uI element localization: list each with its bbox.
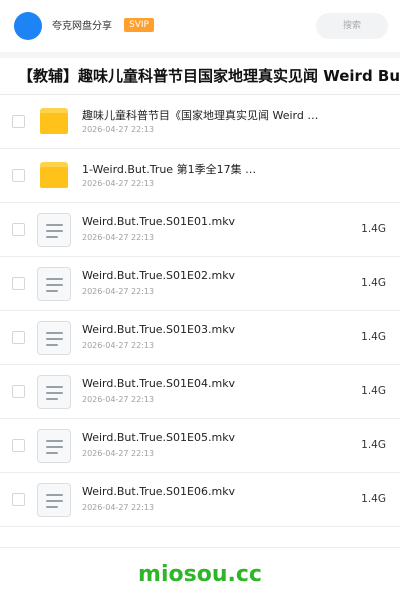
- list-item-file[interactable]: Weird.But.True.S01E04.mkv 2026-04-27 22:…: [0, 365, 400, 419]
- header: 夸克网盘分享 SVIP 搜索: [0, 0, 400, 52]
- video-file-icon: [37, 267, 71, 301]
- divider: [0, 547, 400, 548]
- file-size: 1.4G: [361, 223, 386, 235]
- checkbox[interactable]: [12, 277, 25, 290]
- folder-icon: [40, 162, 68, 188]
- checkbox[interactable]: [12, 385, 25, 398]
- list-item-folder[interactable]: 1-Weird.But.True 第1季全17集 … 2026-04-27 22…: [0, 149, 400, 203]
- file-size: 1.4G: [361, 439, 386, 451]
- divider: [0, 52, 400, 58]
- file-name: 1-Weird.But.True 第1季全17集 …: [82, 163, 257, 176]
- checkbox[interactable]: [12, 493, 25, 506]
- file-name: Weird.But.True.S01E05.mkv: [82, 431, 236, 444]
- checkbox[interactable]: [12, 331, 25, 344]
- list-item-file[interactable]: Weird.But.True.S01E05.mkv 2026-04-27 22:…: [0, 419, 400, 473]
- checkbox[interactable]: [12, 115, 25, 128]
- file-name: Weird.But.True.S01E01.mkv: [82, 215, 236, 228]
- folder-icon: [40, 108, 68, 134]
- file-date: 2026-04-27 22:13: [82, 233, 155, 242]
- video-file-icon: [37, 213, 71, 247]
- file-name: 趣味儿童科普节目《国家地理真实见闻 Weird …: [82, 109, 319, 122]
- list-item-folder[interactable]: 趣味儿童科普节目《国家地理真实见闻 Weird … 2026-04-27 22:…: [0, 95, 400, 149]
- avatar[interactable]: [14, 12, 42, 40]
- svip-badge: SVIP: [124, 18, 154, 32]
- file-size: 1.4G: [361, 385, 386, 397]
- page-title: 【教辅】趣味儿童科普节目国家地理真实见闻 Weird But ·: [18, 67, 400, 85]
- file-date: 2026-04-27 22:13: [82, 341, 155, 350]
- checkbox[interactable]: [12, 439, 25, 452]
- list-item-file[interactable]: Weird.But.True.S01E01.mkv 2026-04-27 22:…: [0, 203, 400, 257]
- list-item-file[interactable]: Weird.But.True.S01E06.mkv 2026-04-27 22:…: [0, 473, 400, 527]
- file-size: 1.4G: [361, 277, 386, 289]
- file-size: 1.4G: [361, 331, 386, 343]
- checkbox[interactable]: [12, 223, 25, 236]
- file-date: 2026-04-27 22:13: [82, 179, 155, 188]
- file-name: Weird.But.True.S01E06.mkv: [82, 485, 236, 498]
- search-input[interactable]: 搜索: [316, 13, 388, 39]
- video-file-icon: [37, 321, 71, 355]
- file-name: Weird.But.True.S01E02.mkv: [82, 269, 236, 282]
- checkbox[interactable]: [12, 169, 25, 182]
- list-item-file[interactable]: Weird.But.True.S01E02.mkv 2026-04-27 22:…: [0, 257, 400, 311]
- file-list: 趣味儿童科普节目《国家地理真实见闻 Weird … 2026-04-27 22:…: [0, 95, 400, 527]
- file-date: 2026-04-27 22:13: [82, 125, 155, 134]
- file-date: 2026-04-27 22:13: [82, 449, 155, 458]
- file-size: 1.4G: [361, 493, 386, 505]
- file-name: Weird.But.True.S01E04.mkv: [82, 377, 236, 390]
- video-file-icon: [37, 483, 71, 517]
- app-title: 夸克网盘分享: [52, 21, 112, 32]
- file-date: 2026-04-27 22:13: [82, 503, 155, 512]
- video-file-icon: [37, 429, 71, 463]
- file-date: 2026-04-27 22:13: [82, 395, 155, 404]
- file-date: 2026-04-27 22:13: [82, 287, 155, 296]
- list-item-file[interactable]: Weird.But.True.S01E03.mkv 2026-04-27 22:…: [0, 311, 400, 365]
- watermark: miosou.cc: [138, 562, 262, 587]
- video-file-icon: [37, 375, 71, 409]
- file-name: Weird.But.True.S01E03.mkv: [82, 323, 236, 336]
